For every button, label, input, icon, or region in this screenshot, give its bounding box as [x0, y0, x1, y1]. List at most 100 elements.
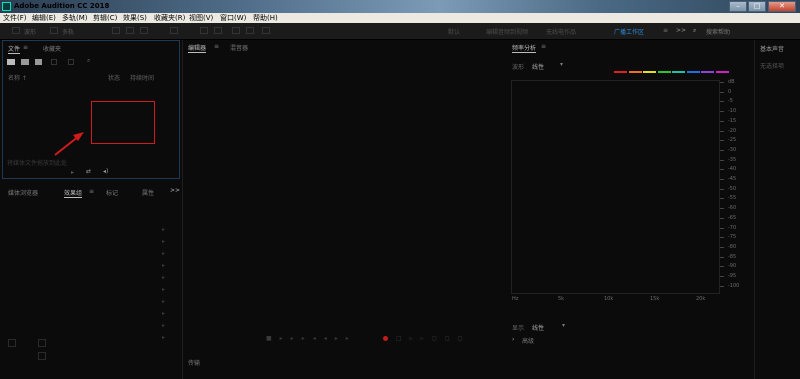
close-button[interactable]: ✕ [768, 1, 796, 12]
tool-1-icon[interactable] [112, 27, 120, 34]
multitrack-view-icon[interactable] [50, 27, 58, 34]
tool-5-icon[interactable] [200, 27, 208, 34]
db-tick [720, 169, 724, 171]
menu-multitrack[interactable]: 多轨(M) [62, 13, 88, 23]
tab-frequency[interactable]: 频率分析 [512, 43, 537, 53]
tool-2-icon[interactable] [126, 27, 134, 34]
record-button[interactable] [383, 336, 388, 341]
db-label: -20 [728, 127, 737, 134]
tab-markers[interactable]: 标记 [106, 188, 118, 197]
menu-clip[interactable]: 剪辑(C) [93, 13, 117, 23]
tab-media-browser[interactable]: 媒体浏览器 [8, 188, 38, 197]
divider-right [754, 40, 755, 379]
loop-icon[interactable]: ⇄ [86, 168, 91, 175]
search-help-input[interactable]: 搜索帮助 [706, 27, 730, 36]
channel-color-2 [643, 71, 656, 73]
menu-help[interactable]: 帮助(H) [253, 13, 278, 23]
waveform-view-icon[interactable] [12, 27, 20, 34]
frequency-label: 15k [650, 296, 660, 302]
advanced-label[interactable]: 高级 [522, 336, 534, 345]
db-label: -70 [728, 224, 737, 231]
tab-effects-menu[interactable]: ≡ [89, 188, 94, 195]
tool-3-icon[interactable] [140, 27, 148, 34]
search-icon[interactable]: ⌕ [693, 27, 696, 35]
channel-color-4 [672, 71, 685, 73]
open-file-icon[interactable] [21, 59, 29, 65]
more-workspaces[interactable]: >> [676, 27, 686, 34]
db-tick [720, 208, 724, 210]
multitrack-button[interactable]: 多轨 [62, 27, 74, 36]
db-tick [720, 266, 724, 268]
workspace-default[interactable]: 默认 [448, 27, 460, 36]
tab-favorites[interactable]: 收藏夹 [43, 44, 61, 53]
tab-effects-rack[interactable]: 效果组 [64, 188, 83, 198]
db-label: -40 [728, 166, 737, 173]
menu-window[interactable]: 窗口(W) [220, 13, 246, 23]
column-duration[interactable]: 持续时间 [130, 73, 154, 82]
menu-edit[interactable]: 编辑(E) [32, 13, 56, 23]
essential-sound-title[interactable]: 基本声音 [760, 44, 784, 53]
tab-frequency-menu[interactable]: ≡ [541, 43, 546, 50]
db-tick [720, 246, 724, 248]
tool-6-icon[interactable] [214, 27, 222, 34]
column-status[interactable]: 状态 [108, 73, 120, 82]
db-label: 0 [728, 88, 732, 95]
column-name[interactable]: 名称 ↑ [8, 73, 27, 82]
menu-view[interactable]: 视图(V) [189, 13, 213, 23]
display-label: 显示 [512, 325, 525, 332]
tab-files-menu[interactable]: ≡ [23, 44, 28, 51]
tool-8-icon[interactable] [246, 27, 254, 34]
workspace-menu-icon[interactable]: ≡ [663, 27, 668, 34]
close-file-icon[interactable] [51, 59, 57, 65]
waveform-button[interactable]: 波形 [24, 27, 36, 36]
waveform-select[interactable]: 线性 [532, 62, 544, 71]
display-dropdown-icon[interactable]: ▾ [562, 322, 565, 329]
tab-editor-menu[interactable]: ≡ [214, 43, 219, 50]
tab-editor[interactable]: 编辑器 [188, 43, 207, 53]
tool-9-icon[interactable] [262, 27, 270, 34]
waveform-dropdown-icon[interactable]: ▾ [560, 61, 563, 68]
workspace-radio[interactable]: 无线电作品 [546, 27, 576, 36]
zoom-controls[interactable]: □▹▹◻◻◻ [396, 335, 471, 342]
tab-mixer[interactable]: 混音器 [230, 43, 248, 52]
insert-icon[interactable] [68, 59, 74, 65]
db-tick [720, 149, 724, 151]
tab-files[interactable]: 文件 [8, 44, 21, 54]
minimize-button[interactable]: – [729, 1, 747, 12]
db-label: -50 [728, 185, 737, 192]
new-file-icon[interactable] [7, 59, 15, 65]
highlight-box [91, 101, 155, 144]
tool-4-icon[interactable] [170, 27, 178, 34]
db-tick [720, 237, 724, 239]
tab-properties[interactable]: 属性 [142, 188, 154, 197]
transport-controls[interactable]: ■▸▸▸◂◂▸▸ [266, 335, 357, 342]
db-label: -25 [728, 137, 737, 144]
more-panels[interactable]: >> [170, 187, 180, 194]
maximize-button[interactable]: □ [748, 1, 766, 12]
search-files-icon[interactable]: ⌕ [87, 57, 90, 65]
rack-setting-2-icon[interactable] [38, 352, 46, 360]
menu-file[interactable]: 文件(F) [3, 13, 27, 23]
advanced-chevron-icon[interactable]: › [512, 336, 514, 343]
import-icon[interactable] [35, 59, 42, 65]
menu-effects[interactable]: 效果(S) [123, 13, 147, 23]
db-tick [720, 101, 724, 103]
play-icon[interactable]: ▸ [71, 169, 74, 176]
channel-color-1 [628, 71, 642, 73]
auto-play-icon[interactable]: ◂) [103, 168, 108, 175]
menu-favorites[interactable]: 收藏夹(R) [154, 13, 185, 23]
db-tick [720, 130, 724, 132]
db-label: -95 [728, 273, 737, 279]
db-tick [720, 217, 724, 219]
workspace-broadcast[interactable]: 广播工作区 [614, 27, 644, 36]
menu-bar: 文件(F) 编辑(E) 多轨(M) 剪辑(C) 效果(S) 收藏夹(R) 视图(… [0, 13, 800, 23]
display-select[interactable]: 线性 [532, 323, 544, 332]
drop-hint: 将媒体文件拖放到此处 [7, 160, 68, 167]
db-label: -80 [728, 243, 737, 250]
power-icon[interactable] [8, 339, 16, 347]
rack-setting-icon[interactable] [38, 339, 46, 347]
channel-color-7 [715, 71, 729, 73]
workspace-video[interactable]: 编辑音频到视频 [486, 27, 528, 36]
effect-slots: ▸ ▸ ▸ ▸ ▸ ▸ ▸ ▸ ▸ ▸ [162, 226, 166, 341]
brush-tool-icon[interactable] [232, 27, 240, 34]
